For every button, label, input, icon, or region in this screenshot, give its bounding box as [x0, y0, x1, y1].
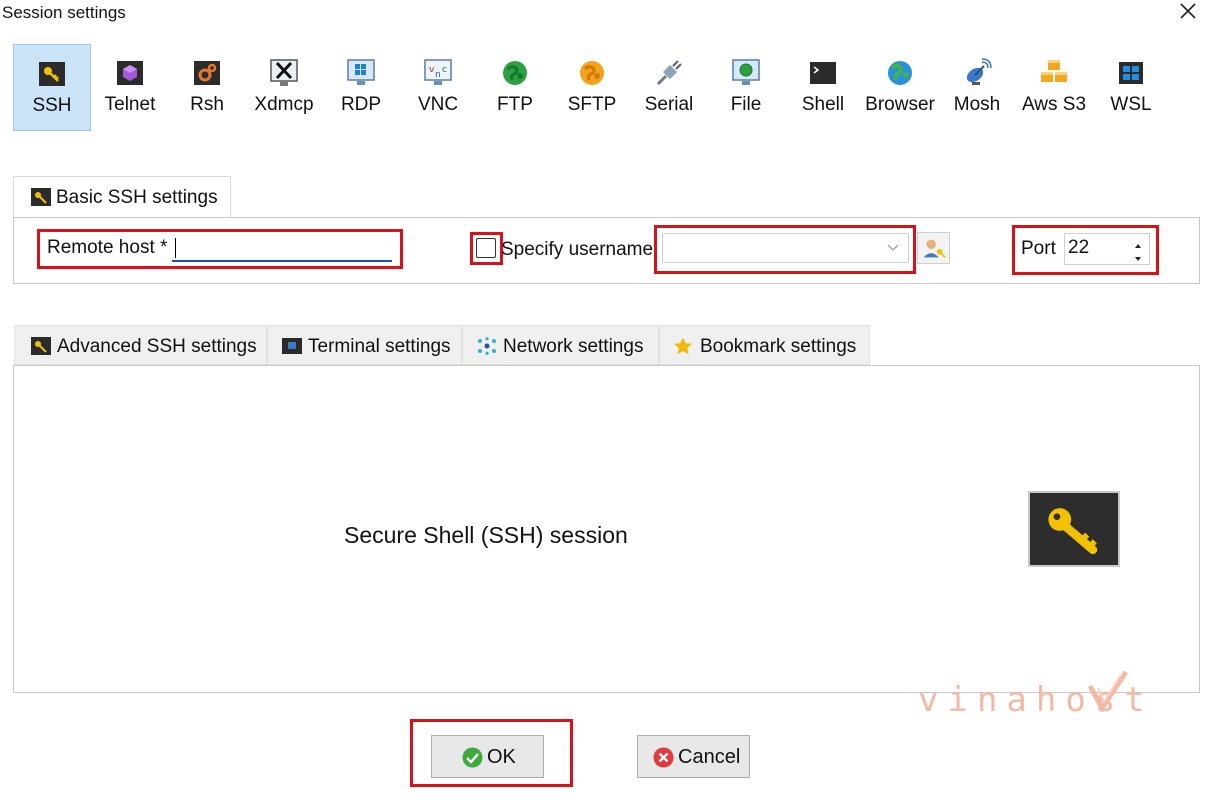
protocol-toolbar: SSH Telnet Rsh Xdmcp RDP vnc VNC FTP SFT…	[13, 44, 1163, 132]
ok-button[interactable]: OK	[431, 735, 544, 778]
spin-down-icon[interactable]	[1131, 251, 1145, 261]
ok-label: OK	[487, 746, 516, 768]
protocol-wsl[interactable]: WSL	[1092, 44, 1170, 131]
protocol-ssh[interactable]: SSH	[13, 44, 91, 131]
check-circle-icon	[462, 747, 483, 768]
shell-terminal-icon	[808, 58, 838, 88]
user-key-button[interactable]	[917, 232, 950, 264]
tab-basic-ssh-settings[interactable]: Basic SSH settings	[13, 176, 231, 218]
session-description: Secure Shell (SSH) session	[344, 522, 628, 548]
ftp-globe-icon	[500, 58, 530, 88]
tab-advanced-ssh-settings[interactable]: Advanced SSH settings	[14, 325, 267, 365]
key-icon	[31, 188, 51, 206]
window-title: Session settings	[2, 3, 126, 22]
port-label: Port	[1021, 238, 1056, 259]
chevron-down-icon	[886, 240, 900, 254]
protocol-serial[interactable]: Serial	[630, 44, 708, 131]
aws-s3-cubes-icon	[1039, 58, 1069, 88]
protocol-sftp[interactable]: SFTP	[553, 44, 631, 131]
protocol-shell[interactable]: Shell	[784, 44, 862, 131]
protocol-rdp[interactable]: RDP	[322, 44, 400, 131]
protocol-aws-s3[interactable]: Aws S3	[1015, 44, 1093, 131]
protocol-xdmcp[interactable]: Xdmcp	[245, 44, 323, 131]
remote-host-label: Remote host *	[47, 237, 168, 258]
tab-label: Advanced SSH settings	[57, 336, 257, 357]
mosh-satellite-icon	[962, 58, 992, 88]
vnc-icon: vnc	[423, 58, 453, 88]
rdp-icon	[346, 58, 376, 88]
browser-globe-icon	[885, 58, 915, 88]
x-circle-icon	[653, 747, 674, 768]
watermark-logo: vinahost	[918, 666, 1145, 720]
protocol-ftp[interactable]: FTP	[476, 44, 554, 131]
tab-label: Bookmark settings	[700, 336, 857, 357]
remote-host-input[interactable]	[172, 236, 392, 262]
key-icon	[31, 337, 51, 355]
telnet-icon	[115, 58, 145, 88]
tab-label: Network settings	[503, 336, 644, 357]
checkmark-icon	[1087, 670, 1129, 712]
specify-username-checkbox[interactable]	[476, 238, 496, 258]
wsl-windows-icon	[1116, 58, 1146, 88]
username-combobox[interactable]	[662, 233, 909, 263]
tab-bookmark-settings[interactable]: Bookmark settings	[659, 325, 870, 365]
cancel-button[interactable]: Cancel	[637, 735, 750, 778]
protocol-rsh[interactable]: Rsh	[168, 44, 246, 131]
network-icon	[477, 337, 497, 355]
sftp-globe-icon	[577, 58, 607, 88]
title-bar: Session settings	[0, 0, 1210, 26]
ssh-key-icon	[37, 59, 67, 89]
serial-plug-icon	[654, 58, 684, 88]
close-icon[interactable]	[1174, 0, 1202, 26]
port-value: 22	[1068, 237, 1090, 258]
tab-network-settings[interactable]: Network settings	[462, 325, 659, 365]
cancel-label: Cancel	[678, 746, 741, 768]
specify-username-label: Specify username	[501, 239, 654, 260]
xdmcp-icon	[269, 58, 299, 88]
rsh-icon	[192, 58, 222, 88]
tab-label: Basic SSH settings	[56, 187, 218, 208]
terminal-icon	[282, 337, 302, 355]
protocol-label: WSL	[1110, 94, 1152, 115]
svg-text:c: c	[442, 65, 447, 75]
tab-label: Terminal settings	[308, 336, 451, 357]
protocol-telnet[interactable]: Telnet	[91, 44, 169, 131]
protocol-vnc[interactable]: vnc VNC	[399, 44, 477, 131]
protocol-file[interactable]: File	[707, 44, 785, 131]
large-key-icon	[1028, 491, 1120, 567]
user-key-icon	[923, 239, 946, 259]
tab-terminal-settings[interactable]: Terminal settings	[267, 325, 462, 365]
star-icon	[673, 337, 693, 355]
file-monitor-icon	[731, 58, 761, 88]
protocol-browser[interactable]: Browser	[861, 44, 939, 131]
spin-up-icon[interactable]	[1131, 238, 1145, 248]
protocol-mosh[interactable]: Mosh	[938, 44, 1016, 131]
text-caret	[175, 238, 176, 258]
svg-text:n: n	[435, 70, 441, 80]
